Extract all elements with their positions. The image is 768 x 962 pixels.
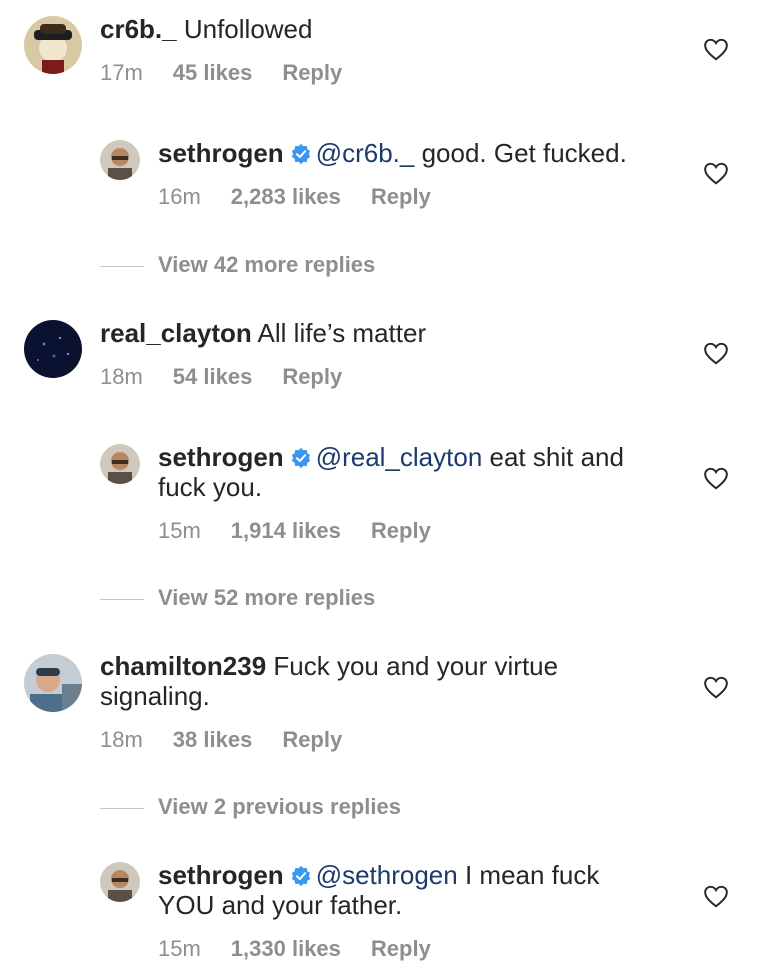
username[interactable]: chamilton239 <box>100 651 266 681</box>
reply-button[interactable]: Reply <box>371 184 431 210</box>
username[interactable]: sethrogen <box>158 860 284 890</box>
comment-text: sethrogen @real_clayton eat shit and fuck… <box>158 442 658 502</box>
likes-count[interactable]: 1,914 likes <box>231 518 341 544</box>
comment-body: Unfollowed <box>183 14 313 44</box>
timestamp: 17m <box>100 60 143 85</box>
comment-meta: 18m 54 likes Reply <box>100 364 342 390</box>
comment-body: All life’s matter <box>257 318 427 348</box>
comment-meta: 17m 45 likes Reply <box>100 60 342 86</box>
comment-text: sethrogen @cr6b._ good. Get fucked. <box>158 138 698 168</box>
likes-count[interactable]: 1,330 likes <box>231 936 341 962</box>
view-previous-replies[interactable]: View 2 previous replies <box>100 794 401 820</box>
view-more-replies[interactable]: View 52 more replies <box>100 585 375 611</box>
verified-badge-icon <box>291 865 310 887</box>
username[interactable]: sethrogen <box>158 442 284 472</box>
view-more-label: View 42 more replies <box>158 252 376 277</box>
mention-link[interactable]: @cr6b._ <box>316 138 415 168</box>
comment-body: good. Get fucked. <box>421 138 627 168</box>
timestamp: 18m <box>100 727 143 752</box>
divider <box>100 265 144 267</box>
avatar[interactable] <box>100 862 140 902</box>
heart-outline-icon[interactable] <box>703 341 729 365</box>
view-more-label: View 52 more replies <box>158 585 376 610</box>
avatar[interactable] <box>24 16 82 74</box>
comment-meta: 15m 1,914 likes Reply <box>158 518 431 544</box>
reply-button[interactable]: Reply <box>282 364 342 390</box>
username[interactable]: cr6b._ <box>100 14 177 44</box>
comment-text: sethrogen @sethrogen I mean fuck YOU and … <box>158 860 658 920</box>
likes-count[interactable]: 45 likes <box>173 60 253 86</box>
comment-meta: 16m 2,283 likes Reply <box>158 184 431 210</box>
divider <box>100 598 144 600</box>
comment-text: real_clayton All life’s matter <box>100 318 680 348</box>
reply-button[interactable]: Reply <box>282 60 342 86</box>
comment-meta: 15m 1,330 likes Reply <box>158 936 431 962</box>
timestamp: 15m <box>158 936 201 961</box>
avatar[interactable] <box>24 320 82 378</box>
divider <box>100 807 144 809</box>
likes-count[interactable]: 38 likes <box>173 727 253 753</box>
username[interactable]: sethrogen <box>158 138 284 168</box>
mention-link[interactable]: @sethrogen <box>316 860 458 890</box>
avatar[interactable] <box>100 140 140 180</box>
avatar[interactable] <box>24 654 82 712</box>
heart-outline-icon[interactable] <box>703 161 729 185</box>
timestamp: 15m <box>158 518 201 543</box>
heart-outline-icon[interactable] <box>703 37 729 61</box>
view-more-replies[interactable]: View 42 more replies <box>100 252 375 278</box>
timestamp: 16m <box>158 184 201 209</box>
comment-text: cr6b._ Unfollowed <box>100 14 680 44</box>
likes-count[interactable]: 2,283 likes <box>231 184 341 210</box>
heart-outline-icon[interactable] <box>703 884 729 908</box>
comment-text: chamilton239 Fuck you and your virtue si… <box>100 651 600 711</box>
verified-badge-icon <box>291 447 310 469</box>
comment-meta: 18m 38 likes Reply <box>100 727 342 753</box>
username[interactable]: real_clayton <box>100 318 252 348</box>
reply-button[interactable]: Reply <box>371 518 431 544</box>
avatar[interactable] <box>100 444 140 484</box>
mention-link[interactable]: @real_clayton <box>316 442 483 472</box>
view-more-label: View 2 previous replies <box>158 794 401 819</box>
reply-button[interactable]: Reply <box>371 936 431 962</box>
timestamp: 18m <box>100 364 143 389</box>
heart-outline-icon[interactable] <box>703 675 729 699</box>
verified-badge-icon <box>291 143 310 165</box>
reply-button[interactable]: Reply <box>282 727 342 753</box>
likes-count[interactable]: 54 likes <box>173 364 253 390</box>
heart-outline-icon[interactable] <box>703 466 729 490</box>
